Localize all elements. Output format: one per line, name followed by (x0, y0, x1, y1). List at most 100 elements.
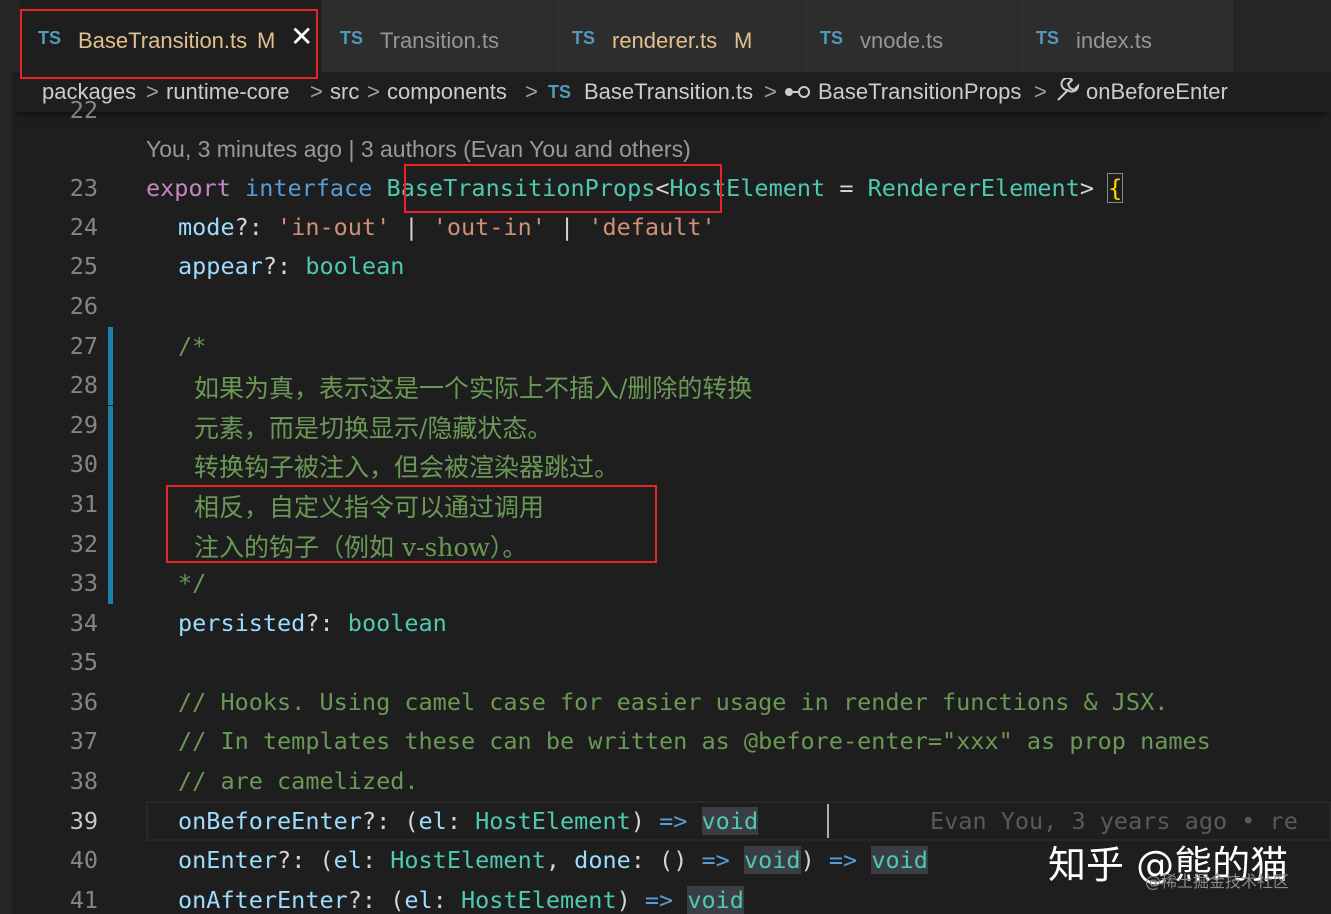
chevron-right-icon: > (525, 79, 538, 104)
property: onAfterEnter (178, 886, 348, 914)
tab-label: vnode.ts (860, 28, 944, 53)
property: appear (178, 252, 263, 280)
arrow-operator: => (644, 886, 674, 914)
operator: ?: ( (361, 807, 419, 835)
typescript-icon: TS (548, 82, 572, 102)
line-number: 38 (69, 767, 98, 795)
line-number: 31 (69, 490, 98, 518)
line-number: 25 (69, 252, 98, 280)
operator: ?: (234, 213, 278, 241)
comment-line[interactable]: // In templates these can be written as … (178, 727, 1211, 755)
string: 'out-in' (432, 213, 546, 241)
breadcrumb-components[interactable]: components (387, 79, 507, 105)
line-number: 30 (69, 450, 98, 478)
parameter: el (418, 807, 447, 835)
property: mode (178, 213, 235, 241)
code-line-41[interactable]: onAfterEnter?: (el: HostElement) => void (178, 886, 744, 914)
type-name: void (701, 807, 759, 835)
line-number: 29 (69, 411, 98, 439)
line-number: 22 (69, 96, 98, 124)
operator: ) (800, 846, 829, 874)
line-number: 34 (69, 609, 98, 637)
interface-icon (785, 86, 810, 98)
breadcrumb-interface[interactable]: BaseTransitionProps (818, 79, 1021, 105)
operator: ?: (262, 252, 306, 280)
operator: > (1079, 174, 1095, 202)
chevron-right-icon: > (310, 79, 323, 104)
tab-vnode[interactable]: TS vnode.ts (802, 0, 1018, 72)
git-blame-codelens[interactable]: You, 3 minutes ago | 3 authors (Evan You… (146, 136, 691, 163)
tab-renderer[interactable]: TS renderer.ts M (554, 0, 802, 72)
comment-line[interactable]: // Hooks. Using camel case for easier us… (178, 688, 1168, 716)
comment-line[interactable]: 元素，而是切换显示/隐藏状态。 (194, 409, 552, 445)
chevron-right-icon: > (146, 79, 159, 104)
string: 'default' (588, 213, 716, 241)
line-number: 41 (69, 886, 98, 914)
operator: = (825, 174, 868, 202)
typescript-icon: TS (340, 28, 364, 48)
operator: ) (616, 886, 645, 914)
inline-git-blame: Evan You, 3 years ago • re (930, 807, 1298, 835)
operator: : (446, 807, 476, 835)
comment-line[interactable]: */ (178, 569, 206, 597)
activity-strip (0, 0, 12, 914)
property: onBeforeEnter (178, 807, 362, 835)
code-line-40[interactable]: onEnter?: (el: HostElement, done: () => … (178, 846, 928, 874)
tab-index[interactable]: TS index.ts (1018, 0, 1234, 72)
annotation-box-interface (404, 164, 722, 213)
comment-line[interactable]: 转换钩子被注入，但会被渲染器跳过。 (194, 448, 619, 484)
type-name: void (743, 846, 801, 874)
operator: , (545, 846, 575, 874)
typescript-icon: TS (1036, 28, 1060, 48)
text-cursor (827, 804, 829, 838)
type-name: boolean (305, 252, 405, 280)
operator: | (545, 213, 589, 241)
operator: : (361, 846, 391, 874)
modified-badge: M (734, 28, 753, 53)
operator: ?: ( (277, 846, 334, 874)
typescript-icon: TS (572, 28, 596, 48)
line-number: 37 (69, 727, 98, 755)
arrow-operator: => (828, 846, 858, 874)
watermark-sub: @稀土掘金技术社区 (1145, 872, 1290, 891)
parameter: done (574, 846, 631, 874)
arrow-operator: => (701, 846, 730, 874)
comment-line[interactable]: // are camelized. (178, 767, 419, 795)
operator: ?: (305, 609, 348, 637)
code-line-34[interactable]: persisted?: boolean (178, 609, 447, 637)
chevron-right-icon: > (764, 79, 777, 104)
git-modified-marker (108, 327, 113, 405)
operator: : (432, 886, 461, 914)
code-line-39[interactable]: onBeforeEnter?: (el: HostElement) => voi… (178, 807, 759, 835)
code-line-24[interactable]: mode?: 'in-out' | 'out-in' | 'default' (178, 213, 716, 241)
property: persisted (178, 609, 306, 637)
line-number: 27 (69, 332, 98, 360)
type-name: HostElement (475, 807, 631, 835)
type-name: HostElement (390, 846, 546, 874)
line-number: 32 (69, 530, 98, 558)
comment-line[interactable]: 如果为真，表示这是一个实际上不插入/删除的转换 (194, 369, 752, 405)
keyword: interface (245, 174, 373, 202)
breadcrumb-property[interactable]: onBeforeEnter (1086, 79, 1228, 105)
parameter: el (404, 886, 433, 914)
tab-transition[interactable]: TS Transition.ts (322, 0, 554, 72)
type-name: HostElement (460, 886, 617, 914)
type-name: RendererElement (867, 174, 1080, 202)
wrench-icon (1057, 78, 1080, 101)
chevron-right-icon: > (367, 79, 380, 104)
operator: ) (630, 807, 660, 835)
line-number: 24 (69, 213, 98, 241)
breadcrumb-runtime-core[interactable]: runtime-core (166, 79, 289, 105)
operator: ?: ( (347, 886, 405, 914)
breadcrumb-src[interactable]: src (330, 79, 359, 105)
line-number: 33 (69, 569, 98, 597)
breadcrumb-file[interactable]: BaseTransition.ts (584, 79, 753, 105)
annotation-box-tab (20, 9, 318, 79)
string: 'in-out' (277, 213, 391, 241)
annotation-box-comment (166, 485, 657, 563)
code-line-25[interactable]: appear?: boolean (178, 252, 404, 280)
comment-line[interactable]: /* (178, 332, 206, 360)
